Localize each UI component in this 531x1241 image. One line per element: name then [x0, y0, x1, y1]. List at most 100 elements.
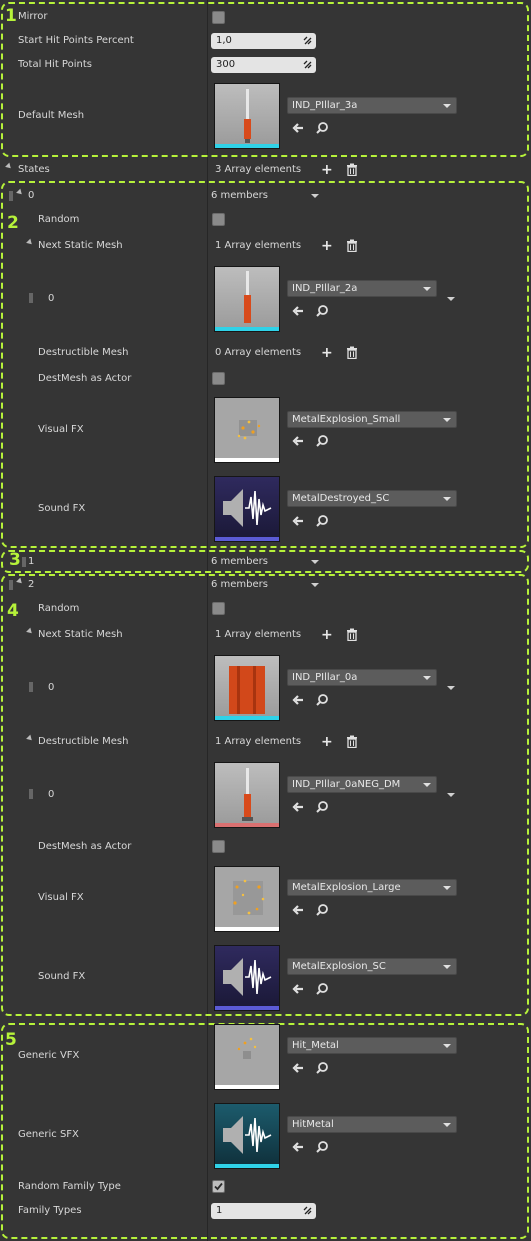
- trash-icon[interactable]: [346, 628, 358, 641]
- browse-search-icon[interactable]: [315, 800, 329, 814]
- default-mesh-label: Default Mesh: [18, 110, 85, 121]
- add-element-icon[interactable]: +: [321, 346, 333, 360]
- default-mesh-thumbnail[interactable]: [214, 83, 280, 149]
- family-types-field[interactable]: 1: [211, 1203, 316, 1219]
- asset-type-bar: [215, 1085, 279, 1089]
- use-selected-arrow-icon[interactable]: [291, 1061, 305, 1075]
- visual-fx-value: MetalExplosion_Small: [292, 414, 401, 425]
- random-checkbox[interactable]: [212, 602, 225, 615]
- destructible-mesh-item-index: 0: [48, 789, 55, 800]
- section-2-number: 2: [7, 213, 19, 233]
- generic-vfx-combo[interactable]: Hit_Metal: [287, 1037, 457, 1054]
- trash-icon[interactable]: [346, 346, 358, 359]
- drag-handle-icon[interactable]: [303, 1206, 312, 1215]
- random-family-type-checkbox[interactable]: [212, 1180, 225, 1193]
- visual-fx-thumbnail[interactable]: [214, 866, 280, 932]
- visual-fx-combo[interactable]: MetalExplosion_Small: [287, 411, 457, 428]
- total-hp-field[interactable]: 300: [211, 57, 316, 73]
- sound-fx-thumbnail[interactable]: [214, 945, 280, 1011]
- destmesh-as-actor-checkbox[interactable]: [212, 372, 225, 385]
- use-selected-arrow-icon[interactable]: [291, 121, 305, 135]
- pillar-mesh-icon: [229, 666, 265, 714]
- state-2-members: 6 members: [211, 579, 268, 590]
- sound-fx-combo[interactable]: MetalExplosion_SC: [287, 958, 457, 975]
- chevron-down-icon[interactable]: [311, 560, 319, 564]
- sound-wave-icon: [223, 958, 272, 996]
- visual-fx-combo[interactable]: MetalExplosion_Large: [287, 879, 457, 896]
- next-static-mesh-label: Next Static Mesh: [38, 240, 123, 251]
- trash-icon[interactable]: [346, 239, 358, 252]
- next-static-mesh-value: IND_PIllar_2a: [292, 283, 358, 294]
- sound-wave-icon: [223, 489, 272, 527]
- destructible-mesh-count: 1 Array elements: [215, 736, 302, 747]
- drag-handle-icon[interactable]: [303, 60, 312, 69]
- add-element-icon[interactable]: +: [321, 628, 333, 642]
- browse-search-icon[interactable]: [315, 693, 329, 707]
- drag-grip-icon[interactable]: [29, 789, 33, 799]
- destructible-mesh-combo[interactable]: IND_PIllar_0aNEG_DM: [287, 776, 437, 793]
- total-hp-label: Total Hit Points: [18, 59, 92, 70]
- use-selected-arrow-icon[interactable]: [291, 693, 305, 707]
- chevron-down-icon[interactable]: [311, 194, 319, 198]
- drag-grip-icon[interactable]: [9, 191, 13, 201]
- destmesh-as-actor-checkbox[interactable]: [212, 840, 225, 853]
- add-element-icon[interactable]: +: [321, 239, 333, 253]
- use-selected-arrow-icon[interactable]: [291, 514, 305, 528]
- next-static-mesh-item-index: 0: [48, 293, 55, 304]
- trash-icon[interactable]: [346, 163, 358, 176]
- browse-search-icon[interactable]: [315, 304, 329, 318]
- generic-sfx-thumbnail[interactable]: [214, 1103, 280, 1169]
- trash-icon[interactable]: [346, 735, 358, 748]
- browse-search-icon[interactable]: [315, 434, 329, 448]
- use-selected-arrow-icon[interactable]: [291, 800, 305, 814]
- browse-search-icon[interactable]: [315, 514, 329, 528]
- use-selected-arrow-icon[interactable]: [291, 903, 305, 917]
- use-selected-arrow-icon[interactable]: [291, 304, 305, 318]
- next-static-mesh-combo[interactable]: IND_PIllar_0a: [287, 669, 437, 686]
- chevron-down-icon[interactable]: [447, 297, 455, 301]
- chevron-down-icon[interactable]: [447, 793, 455, 797]
- states-label: States: [18, 164, 50, 175]
- next-static-mesh-thumbnail[interactable]: [214, 266, 280, 332]
- family-types-value: 1: [216, 1205, 223, 1216]
- chevron-down-icon[interactable]: [447, 686, 455, 690]
- asset-type-bar: [215, 144, 279, 148]
- use-selected-arrow-icon[interactable]: [291, 1140, 305, 1154]
- drag-grip-icon[interactable]: [9, 580, 13, 590]
- expand-arrow-icon[interactable]: [5, 162, 13, 171]
- state-1-index: 1: [28, 556, 35, 567]
- next-static-mesh-combo[interactable]: IND_PIllar_2a: [287, 280, 437, 297]
- destructible-mesh-thumbnail[interactable]: [214, 762, 280, 828]
- browse-search-icon[interactable]: [315, 121, 329, 135]
- browse-search-icon[interactable]: [315, 982, 329, 996]
- use-selected-arrow-icon[interactable]: [291, 982, 305, 996]
- asset-type-bar: [215, 716, 279, 720]
- start-hp-field[interactable]: 1,0: [211, 33, 316, 49]
- drag-grip-icon[interactable]: [29, 293, 33, 303]
- destmesh-as-actor-label: DestMesh as Actor: [38, 841, 132, 852]
- chevron-down-icon[interactable]: [311, 583, 319, 587]
- sound-fx-thumbnail[interactable]: [214, 476, 280, 542]
- browse-search-icon[interactable]: [315, 1061, 329, 1075]
- destructible-mesh-value: IND_PIllar_0aNEG_DM: [292, 779, 401, 790]
- browse-search-icon[interactable]: [315, 903, 329, 917]
- next-static-mesh-count: 1 Array elements: [215, 240, 302, 251]
- drag-grip-icon[interactable]: [22, 557, 26, 567]
- add-element-icon[interactable]: +: [321, 735, 333, 749]
- add-element-icon[interactable]: +: [321, 163, 333, 177]
- browse-search-icon[interactable]: [315, 1140, 329, 1154]
- next-static-mesh-thumbnail[interactable]: [214, 655, 280, 721]
- default-mesh-combo[interactable]: IND_PIllar_3a: [287, 97, 457, 114]
- use-selected-arrow-icon[interactable]: [291, 434, 305, 448]
- chevron-down-icon: [423, 783, 431, 787]
- sound-fx-combo[interactable]: MetalDestroyed_SC: [287, 490, 457, 507]
- visual-fx-thumbnail[interactable]: [214, 397, 280, 463]
- asset-type-bar: [215, 458, 279, 462]
- generic-vfx-thumbnail[interactable]: [214, 1024, 280, 1090]
- random-checkbox[interactable]: [212, 213, 225, 226]
- drag-handle-icon[interactable]: [303, 36, 312, 45]
- generic-sfx-combo[interactable]: HitMetal: [287, 1116, 457, 1133]
- mirror-label: Mirror: [18, 11, 48, 22]
- drag-grip-icon[interactable]: [29, 682, 33, 692]
- mirror-checkbox[interactable]: [212, 11, 225, 24]
